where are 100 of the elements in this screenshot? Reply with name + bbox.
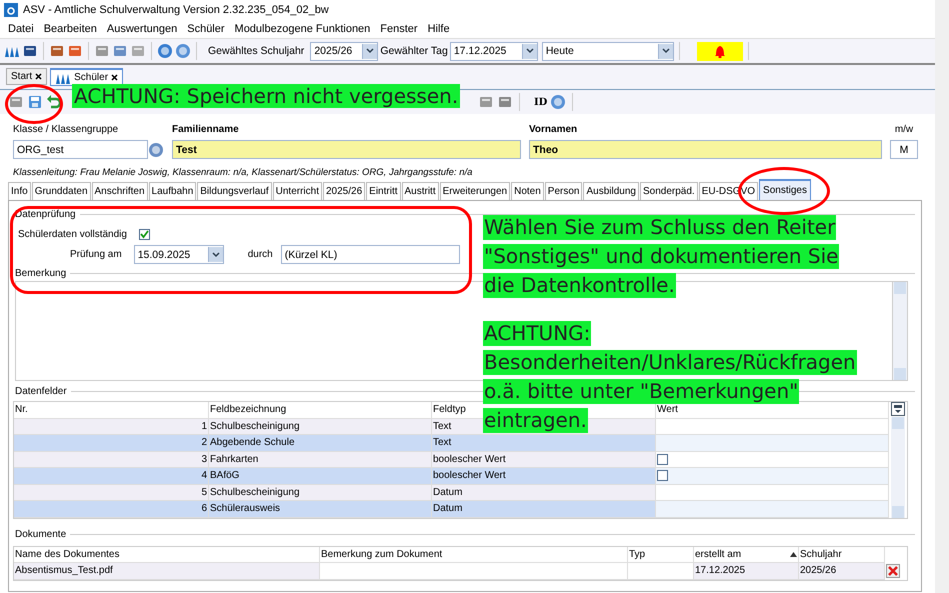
school-year-dropdown[interactable]: 2025/26: [310, 42, 378, 60]
save-icon[interactable]: [27, 94, 43, 110]
table-cell: Abgebende Schule: [209, 435, 432, 452]
value-checkbox[interactable]: [657, 470, 668, 482]
field-label: Klasse / Klassengruppe: [13, 124, 120, 135]
column-header[interactable]: erstellt am: [694, 546, 799, 563]
value-cell[interactable]: [656, 435, 889, 452]
tab[interactable]: Laufbahn: [148, 182, 196, 200]
initials-field[interactable]: (Kürzel KL): [280, 245, 460, 264]
column-header[interactable]: Nr.: [14, 402, 209, 418]
menu-item[interactable]: Fenster: [375, 23, 423, 35]
document-tab[interactable]: Start: [6, 68, 48, 85]
tab[interactable]: Austritt: [402, 182, 439, 200]
table-cell: 4: [14, 468, 209, 484]
value-cell[interactable]: [656, 484, 889, 501]
table-cell: 2025/26: [799, 563, 885, 580]
tab[interactable]: Person: [544, 182, 582, 200]
id-label: ID: [534, 96, 548, 108]
menu-item[interactable]: Hilfe: [422, 23, 455, 35]
menu-item[interactable]: Schüler: [182, 23, 230, 35]
menu-item[interactable]: Bearbeiten: [38, 23, 102, 35]
table-cell: Schulbescheinigung: [209, 418, 432, 435]
close-icon[interactable]: [111, 74, 118, 81]
table-cell: BAföG: [209, 468, 432, 484]
class-info-text: Klassenleitung: Frau Melanie Joswig, Klassenraum: n/a, Klassenart/Schülerstatus: ORG, Jahrgangsstufe: n/a: [13, 166, 474, 178]
table-cell: Text: [432, 435, 656, 452]
chevron-down-icon[interactable]: [526, 48, 534, 54]
tab[interactable]: Bildungsverlauf: [197, 182, 272, 200]
bell-icon: [712, 44, 727, 58]
tab[interactable]: 2025/26: [323, 182, 366, 200]
table-cell: boolescher Wert: [432, 452, 656, 468]
tab[interactable]: Info: [8, 182, 31, 200]
table-cell: 1: [14, 418, 209, 435]
column-header[interactable]: Typ: [628, 546, 694, 563]
by-label: durch: [248, 249, 273, 260]
date-label: Prüfung am: [70, 249, 122, 260]
tab[interactable]: Ausbildung: [583, 182, 639, 200]
class-field[interactable]: ORG_test: [13, 140, 148, 159]
school-year-label: Gewähltes Schuljahr: [208, 45, 304, 57]
date-picker[interactable]: 15.09.2025: [134, 245, 224, 264]
sort-ascending-icon[interactable]: [790, 552, 797, 557]
column-header[interactable]: Wert: [656, 402, 889, 418]
delete-icon[interactable]: [886, 564, 900, 578]
value-cell[interactable]: [656, 501, 889, 518]
table-cell: 17.12.2025: [694, 563, 799, 580]
column-header[interactable]: Bemerkung zum Dokument: [320, 546, 628, 563]
group-title: Datenprüfung: [15, 209, 76, 220]
tab[interactable]: Noten: [511, 182, 544, 200]
menu-item[interactable]: Modulbezogene Funktionen: [230, 23, 376, 35]
column-header[interactable]: Feldbezeichnung: [209, 402, 432, 418]
field-label: Familienname: [172, 124, 240, 135]
tab[interactable]: Eintritt: [366, 182, 400, 200]
chevron-down-icon[interactable]: [662, 48, 670, 54]
last-name-field[interactable]: Test: [172, 140, 521, 159]
table-cell: Datum: [432, 501, 656, 518]
window-title: ASV - Amtliche Schulverwaltung Version 2.32.235_054_02_bw: [23, 4, 329, 16]
first-name-field[interactable]: Theo: [529, 140, 882, 159]
group-title: Datenfelder: [15, 386, 67, 397]
tab[interactable]: Sonstiges: [759, 179, 811, 200]
value-checkbox[interactable]: [657, 454, 668, 465]
tab[interactable]: Sonderpäd.: [640, 182, 698, 200]
group-title: Bemerkung: [15, 268, 66, 279]
column-header[interactable]: Name des Dokumentes: [14, 546, 320, 563]
tab[interactable]: Grunddaten: [32, 182, 91, 200]
undo-icon[interactable]: [46, 94, 62, 110]
table-cell: Absentismus_Test.pdf: [14, 563, 320, 580]
remark-cell[interactable]: [320, 563, 628, 580]
table-cell: 6: [14, 501, 209, 518]
close-icon[interactable]: [35, 73, 42, 80]
chevron-down-icon[interactable]: [366, 48, 374, 54]
table-cell: boolescher Wert: [432, 468, 656, 484]
annotation-ellipse: [5, 84, 63, 124]
alarm-button[interactable]: [696, 42, 743, 60]
day-label: Gewählter Tag: [380, 45, 448, 57]
day-dropdown[interactable]: 17.12.2025: [450, 42, 538, 60]
scrollbar[interactable]: [891, 417, 905, 518]
menu-item[interactable]: Auswertungen: [102, 23, 182, 35]
chevron-down-icon[interactable]: [212, 252, 220, 258]
field-label: m/w: [894, 124, 914, 135]
checkbox-label: Schülerdaten vollständig: [18, 229, 127, 240]
app-logo-icon: [4, 3, 18, 17]
tab[interactable]: Unterricht: [272, 182, 322, 200]
annotation-tooltip: Wählen Sie zum Schluss den Reiter "Sonstiges" und dokumentieren Sie die Datenkontrolle.: [483, 215, 840, 298]
complete-checkbox[interactable]: [138, 229, 150, 240]
tab[interactable]: Erweiterungen: [440, 182, 510, 200]
value-cell[interactable]: [656, 418, 889, 435]
table-cell: 2: [14, 435, 209, 452]
table-cell: Fahrkarten: [209, 452, 432, 468]
table-cell: Schülerausweis: [209, 501, 432, 518]
column-header[interactable]: Schuljahr: [799, 546, 885, 563]
gender-field[interactable]: M: [890, 140, 918, 159]
table-cell: Datum: [432, 484, 656, 501]
document-tab[interactable]: Schüler: [50, 68, 124, 86]
type-cell[interactable]: [628, 563, 694, 580]
table-cell: 3: [14, 452, 209, 468]
day-mode-dropdown[interactable]: Heute: [542, 42, 674, 60]
tab[interactable]: Anschriften: [92, 182, 148, 200]
table-cell: Schulbescheinigung: [209, 484, 432, 501]
menu-item[interactable]: Datei: [3, 23, 39, 35]
column-chooser-icon[interactable]: [891, 402, 905, 416]
